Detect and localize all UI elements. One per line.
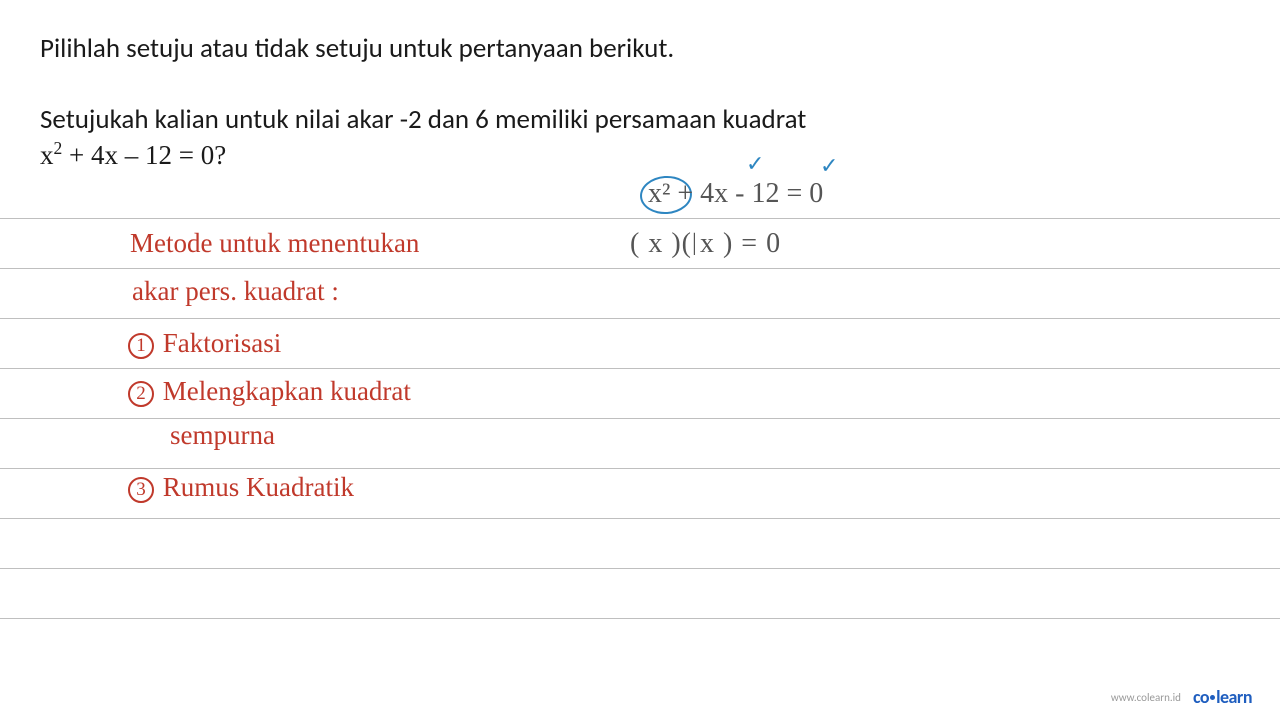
checkmark-icon: ✓: [746, 150, 764, 177]
method-title-line1: Metode untuk menentukan: [130, 228, 419, 259]
handwritten-equation-2: ( x )( x ) = 0: [630, 228, 781, 260]
footer-url: www.colearn.id: [1111, 691, 1181, 704]
method-item-2b: sempurna: [170, 420, 275, 451]
footer: www.colearn.id colearn: [1111, 686, 1252, 708]
handwritten-equation-1: x² + 4x - 12 = 0: [648, 178, 823, 210]
paren-bar: |: [692, 230, 697, 257]
method-item-2a: 2 Melengkapkan kuadrat: [128, 376, 411, 407]
brand-logo: colearn: [1193, 686, 1252, 708]
question-text: Setujukah kalian untuk nilai akar -2 dan…: [40, 103, 1240, 136]
equation-printed: x2 + 4x – 12 = 0?: [40, 138, 1240, 171]
method-item-3: 3 Rumus Kuadratik: [128, 472, 354, 503]
checkmark-icon: ✓: [820, 152, 838, 179]
method-title-line2: akar pers. kuadrat :: [132, 276, 339, 307]
method-item-1: 1 Faktorisasi: [128, 328, 281, 359]
instruction-text: Pilihlah setuju atau tidak setuju untuk …: [40, 32, 1240, 65]
